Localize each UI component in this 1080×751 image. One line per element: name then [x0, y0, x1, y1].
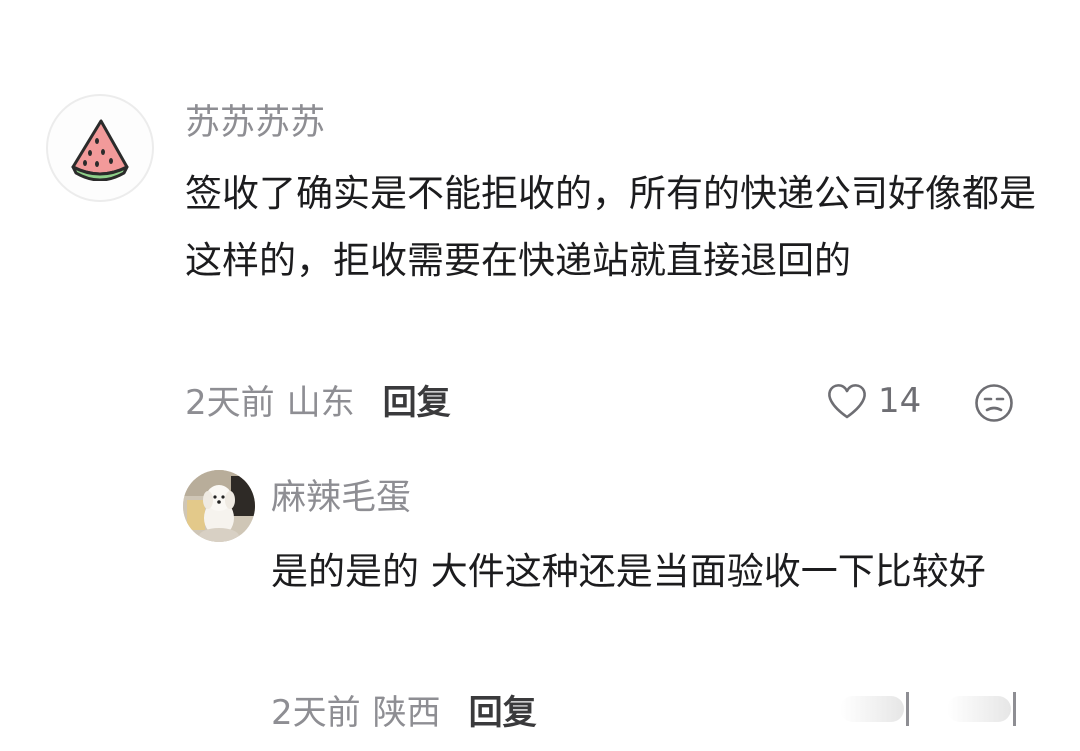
like-button[interactable]: 14 [826, 382, 921, 420]
location: 陕西 [372, 693, 441, 733]
timestamp: 2天前 [185, 383, 275, 423]
heart-icon [828, 384, 866, 419]
reply-meta: 2天前 陕西 回复 [271, 696, 537, 730]
watermelon-icon [71, 119, 129, 181]
comment-thread: 苏苏苏苏 签收了确实是不能拒收的，所有的快递公司好像都是这样的，拒收需要在快递站… [0, 0, 1080, 751]
avatar[interactable] [46, 94, 154, 202]
divider-bar [1013, 692, 1016, 726]
reply-username[interactable]: 麻辣毛蛋 [271, 481, 411, 516]
fade-bar [840, 696, 904, 722]
scroll-hint [840, 692, 1018, 726]
dislike-button[interactable] [974, 383, 1014, 423]
reply-avatar[interactable] [183, 470, 255, 542]
timestamp: 2天前 [271, 693, 361, 733]
fade-bar [947, 696, 1011, 722]
unamused-face-icon [975, 384, 1013, 422]
username[interactable]: 苏苏苏苏 [185, 106, 325, 141]
comment-meta: 2天前 山东 回复 [185, 386, 451, 420]
comment-text: 签收了确实是不能拒收的，所有的快递公司好像都是这样的，拒收需要在快递站就直接退回… [185, 172, 1036, 282]
divider-bar [906, 692, 909, 726]
puppy-photo [183, 470, 255, 542]
reply-button[interactable]: 回复 [383, 386, 451, 420]
reply-button[interactable]: 回复 [469, 696, 537, 730]
location: 山东 [286, 383, 355, 423]
like-count: 14 [878, 381, 922, 421]
reply-text: 是的是的 大件这种还是当面验收一下比较好 [271, 550, 986, 593]
